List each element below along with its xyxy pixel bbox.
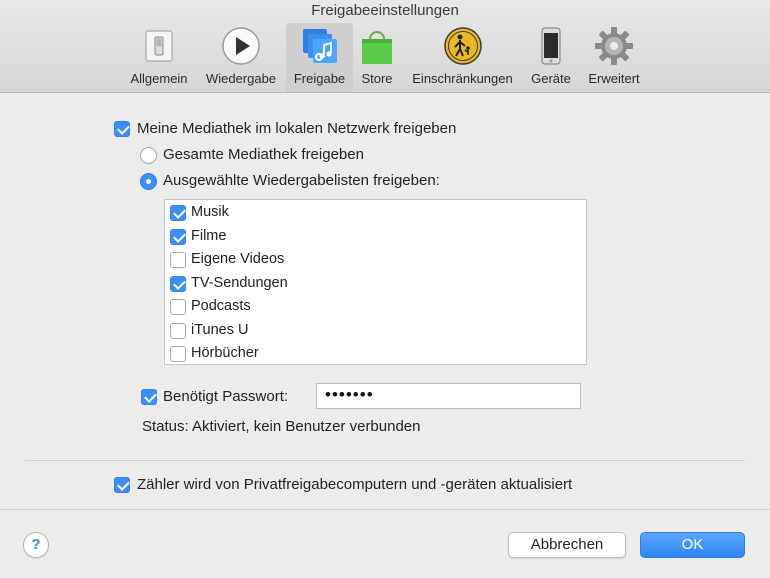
playlist-checkbox-tv-sendungen[interactable] [170, 276, 186, 292]
status-text: Status: Aktiviert, kein Benutzer verbund… [142, 418, 421, 435]
toolbar-item-einschraenkungen[interactable]: Einschränkungen [405, 23, 520, 92]
share-selected-radio[interactable] [140, 173, 157, 190]
help-button[interactable]: ? [23, 532, 49, 558]
playlist-checkbox-eigene-videos[interactable] [170, 252, 186, 268]
counter-checkbox[interactable] [114, 477, 130, 493]
playlist-list[interactable]: Musik Filme Eigene Videos TV-Sendungen P… [164, 199, 587, 365]
sharing-music-icon [302, 29, 337, 63]
general-switch-icon [145, 30, 173, 62]
list-item[interactable]: TV-Sendungen [165, 272, 586, 295]
list-item[interactable]: Musik [165, 201, 586, 224]
list-item[interactable]: Filme [165, 225, 586, 248]
password-label: Benötigt Passwort: [163, 388, 289, 405]
toolbar-item-allgemein[interactable]: Allgemein [124, 23, 194, 92]
toolbar-item-geraete[interactable]: Geräte [526, 23, 576, 92]
password-checkbox[interactable] [141, 389, 157, 405]
cancel-button[interactable]: Abbrechen [508, 532, 626, 558]
window-title: Freigabeeinstellungen [311, 2, 459, 19]
iphone-icon [541, 27, 561, 65]
gear-icon [595, 27, 633, 65]
shopping-bag-icon [362, 31, 392, 64]
counter-label: Zähler wird von Privatfreigabecomputern … [137, 476, 573, 493]
play-icon [222, 27, 260, 65]
parental-restrictions-icon [443, 27, 482, 65]
divider [25, 460, 745, 461]
playlist-checkbox-itunes-u[interactable] [170, 323, 186, 339]
playlist-checkbox-podcasts[interactable] [170, 299, 186, 315]
toolbar-item-wiedergabe[interactable]: Wiedergabe [200, 23, 282, 92]
list-item[interactable]: iTunes U [165, 319, 586, 342]
share-library-label: Meine Mediathek im lokalen Netzwerk frei… [137, 120, 457, 137]
toolbar-item-erweitert[interactable]: Erweitert [582, 23, 646, 92]
password-field[interactable]: ••••••• [316, 383, 581, 409]
playlist-checkbox-musik[interactable] [170, 205, 186, 221]
share-all-label: Gesamte Mediathek freigeben [163, 146, 364, 163]
share-selected-label: Ausgewählte Wiedergabelisten freigeben: [163, 172, 440, 189]
share-all-radio[interactable] [140, 147, 157, 164]
title-bar: Freigabeeinstellungen Allgemein Wiederga… [0, 0, 770, 93]
list-item[interactable]: Hörbücher [165, 342, 586, 365]
playlist-checkbox-hoerbuecher[interactable] [170, 346, 186, 362]
ok-button[interactable]: OK [640, 532, 745, 558]
share-library-checkbox[interactable] [114, 121, 130, 137]
playlist-checkbox-filme[interactable] [170, 229, 186, 245]
list-item[interactable]: Eigene Videos [165, 248, 586, 271]
footer-divider [0, 509, 770, 510]
list-item[interactable]: Podcasts [165, 295, 586, 318]
toolbar-item-freigabe[interactable]: Freigabe [286, 23, 353, 92]
toolbar-item-store[interactable]: Store [356, 23, 398, 92]
